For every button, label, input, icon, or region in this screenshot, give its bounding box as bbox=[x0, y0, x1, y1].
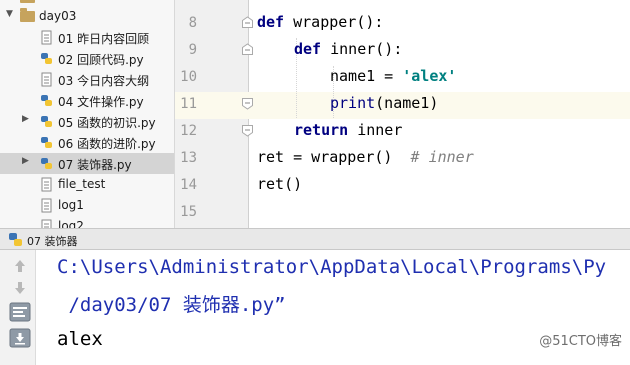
python-file-icon bbox=[41, 116, 52, 127]
code-text: name1 = bbox=[330, 67, 403, 85]
fold-collapse-icon[interactable] bbox=[241, 43, 254, 56]
tree-item-label: file_test bbox=[58, 177, 106, 191]
folder-icon bbox=[20, 8, 35, 22]
run-toolbar bbox=[0, 250, 36, 365]
code-line-14: ret() bbox=[257, 175, 302, 193]
code-text: ret = wrapper() bbox=[257, 148, 411, 166]
console-output-line: alex bbox=[57, 328, 103, 350]
line-number: 9 bbox=[188, 42, 197, 58]
code-line-13: ret = wrapper() # inner bbox=[257, 148, 474, 166]
tree-item[interactable]: log1 bbox=[0, 195, 174, 216]
tree-folder-label: day03 bbox=[39, 9, 77, 23]
python-file-icon bbox=[41, 53, 52, 64]
tree-item-label: 03 今日内容大纲 bbox=[58, 74, 150, 88]
console-output-line: /day03/07 装饰器.py” bbox=[57, 294, 286, 316]
tree-item-label: 02 回顾代码.py bbox=[58, 53, 144, 67]
code-text: inner bbox=[348, 121, 403, 139]
builtin-function: print bbox=[330, 94, 376, 112]
tree-item-label: 05 函数的初识.py bbox=[58, 116, 156, 130]
tree-item-label: log1 bbox=[58, 198, 84, 212]
text-file-icon bbox=[41, 219, 52, 228]
code-line-12: return inner bbox=[294, 121, 402, 139]
code-line-8: def wrapper(): bbox=[257, 13, 383, 31]
chevron-right-icon[interactable]: ▶ bbox=[22, 114, 29, 124]
soft-wrap-icon[interactable] bbox=[9, 302, 31, 322]
run-tab-label[interactable]: 07 装饰器 bbox=[27, 233, 78, 249]
tree-folder-day03[interactable]: ▼ day03 bbox=[0, 6, 174, 27]
tree-item[interactable]: file_test bbox=[0, 174, 174, 195]
line-number: 15 bbox=[180, 204, 197, 220]
comment: # inner bbox=[410, 148, 474, 166]
code-line-11: print(name1) bbox=[330, 94, 438, 112]
line-number: 12 bbox=[180, 123, 197, 139]
arrow-up-icon[interactable] bbox=[9, 256, 31, 276]
keyword: return bbox=[294, 121, 349, 139]
tree-item[interactable]: 02 回顾代码.py bbox=[0, 48, 174, 69]
watermark: @51CTO博客 bbox=[539, 334, 622, 349]
project-tree: ▼ ▼ day03 01 昨日内容回顾 02 回顾代码.py 03 今日内容大纲 04… bbox=[0, 0, 175, 228]
tree-item-label: 04 文件操作.py bbox=[58, 95, 144, 109]
chevron-right-icon[interactable]: ▶ bbox=[22, 156, 29, 166]
run-panel-header: 07 装饰器 bbox=[0, 228, 630, 250]
text-file-icon bbox=[41, 177, 52, 192]
code-text: ret() bbox=[257, 175, 303, 193]
chevron-down-icon[interactable]: ▼ bbox=[6, 9, 13, 19]
text-file-icon bbox=[41, 30, 52, 45]
tree-item[interactable]: 04 文件操作.py bbox=[0, 90, 174, 111]
python-file-icon bbox=[9, 233, 22, 246]
tree-item-label: 06 函数的进阶.py bbox=[58, 137, 156, 151]
code-text: inner(): bbox=[321, 40, 403, 58]
text-file-icon bbox=[41, 198, 52, 213]
line-number: 8 bbox=[188, 15, 197, 31]
fold-end-icon[interactable] bbox=[241, 97, 254, 110]
code-line-9: def inner(): bbox=[294, 40, 402, 58]
arrow-down-icon[interactable] bbox=[9, 278, 31, 298]
fold-end-icon[interactable] bbox=[241, 124, 254, 137]
folder-icon bbox=[20, 0, 35, 3]
keyword: def bbox=[294, 40, 322, 58]
tree-item[interactable]: 03 今日内容大纲 bbox=[0, 69, 174, 90]
line-number: 13 bbox=[180, 150, 197, 166]
code-line-10: name1 = 'alex' bbox=[330, 67, 456, 85]
console-output-line: C:\Users\Administrator\AppData\Local\Pro… bbox=[57, 256, 607, 278]
tree-item[interactable]: 06 函数的进阶.py bbox=[0, 132, 174, 153]
tree-item[interactable]: ▶ 07 装饰器.py bbox=[0, 153, 174, 174]
tree-item-label: 07 装饰器.py bbox=[58, 158, 132, 172]
keyword: def bbox=[257, 13, 285, 31]
fold-collapse-icon[interactable] bbox=[241, 16, 254, 29]
text-file-icon bbox=[41, 72, 52, 87]
scroll-to-end-icon[interactable] bbox=[9, 328, 31, 348]
tree-item-label: 01 昨日内容回顾 bbox=[58, 32, 150, 46]
code-text: wrapper(): bbox=[284, 13, 384, 31]
python-file-icon bbox=[41, 95, 52, 106]
string-literal: 'alex' bbox=[402, 67, 457, 85]
python-file-icon bbox=[41, 158, 52, 169]
tree-item[interactable]: ▶ 05 函数的初识.py bbox=[0, 111, 174, 132]
code-text: (name1) bbox=[375, 94, 439, 112]
line-number: 10 bbox=[180, 69, 197, 85]
line-number: 14 bbox=[180, 177, 197, 193]
tree-item-label: log2 bbox=[58, 219, 84, 228]
line-number: 11 bbox=[180, 96, 197, 112]
tree-item[interactable]: 01 昨日内容回顾 bbox=[0, 27, 174, 48]
tree-item[interactable]: log2 bbox=[0, 216, 174, 228]
python-file-icon bbox=[41, 137, 52, 148]
